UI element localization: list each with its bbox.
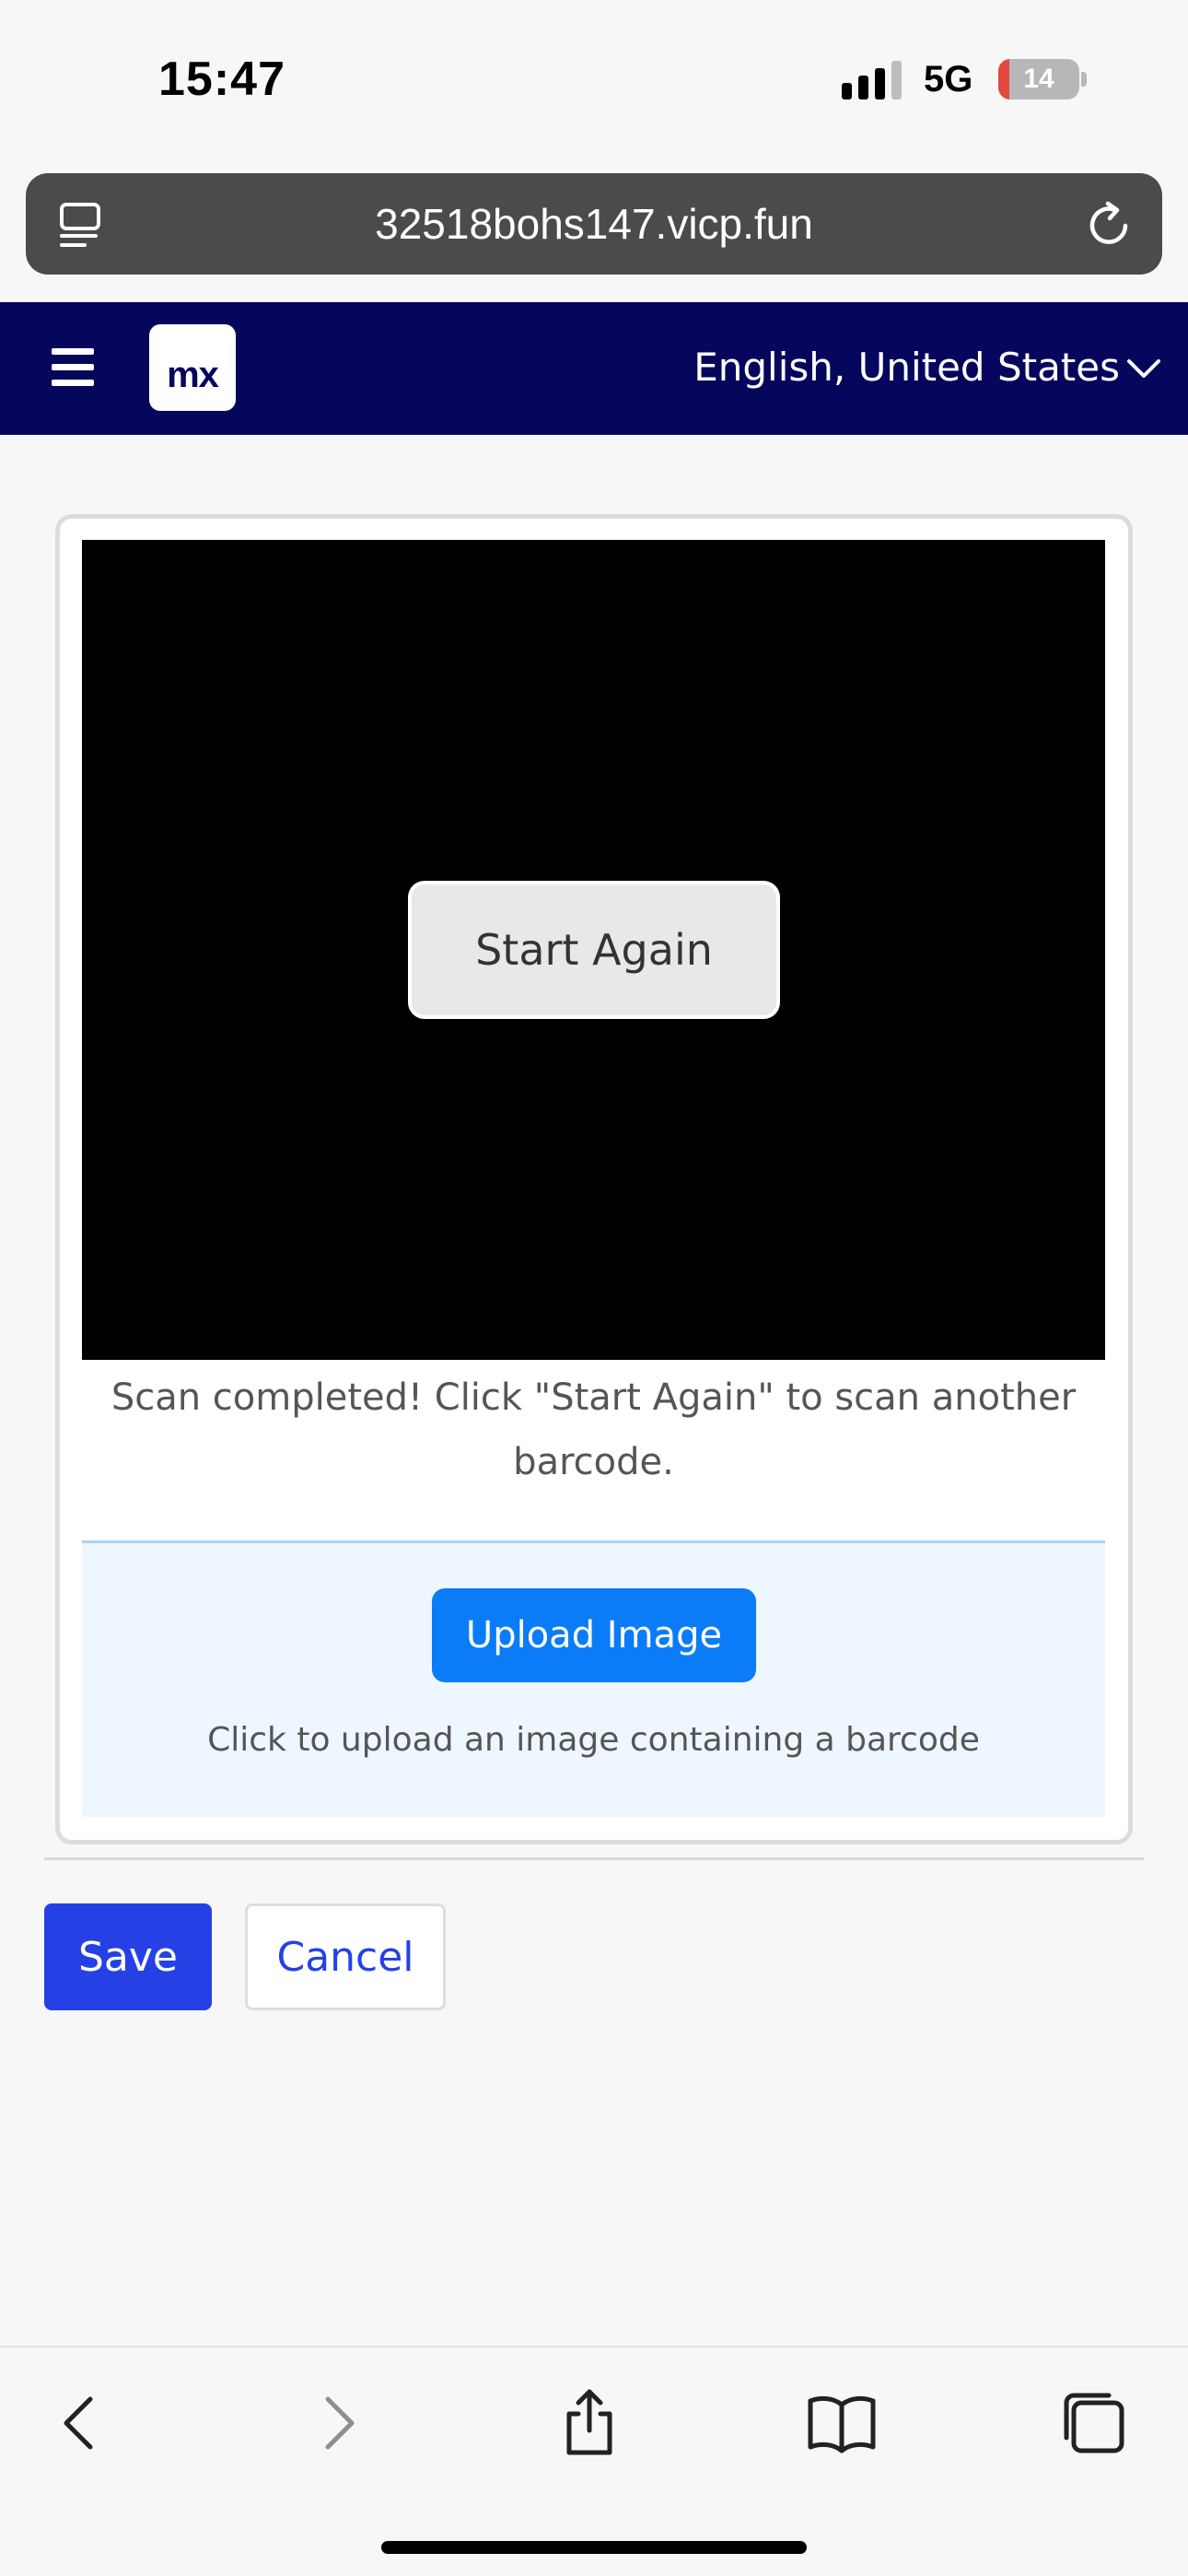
status-bar: 15:47 5G 14: [0, 0, 1188, 166]
save-button[interactable]: Save: [44, 1903, 212, 2010]
start-again-button[interactable]: Start Again: [408, 881, 780, 1019]
reload-icon[interactable]: [1085, 200, 1135, 250]
app-logo[interactable]: mx: [149, 324, 236, 411]
home-indicator: [381, 2541, 807, 2554]
scan-status-message: Scan completed! Click "Start Again" to s…: [111, 1376, 1077, 1483]
status-time: 15:47: [158, 53, 285, 106]
tabs-icon[interactable]: [1057, 2386, 1131, 2460]
forward-icon[interactable]: [302, 2386, 376, 2460]
bookmarks-icon[interactable]: [805, 2386, 879, 2460]
hamburger-icon[interactable]: [52, 348, 94, 387]
back-icon[interactable]: [42, 2386, 116, 2460]
upload-hint: Click to upload an image containing a ba…: [207, 1721, 980, 1759]
battery-level: 14: [1023, 64, 1054, 94]
address-bar[interactable]: 32518bohs147.vicp.fun: [26, 173, 1162, 275]
url-text: 32518bohs147.vicp.fun: [375, 200, 813, 248]
battery-icon: 14: [998, 59, 1079, 100]
app-header: mx English, United States: [0, 302, 1188, 435]
chevron-down-icon[interactable]: [1125, 354, 1162, 381]
network-type: 5G: [924, 59, 973, 100]
battery-tip: [1081, 72, 1087, 87]
cellular-signal-icon: [842, 61, 902, 100]
upload-image-button[interactable]: Upload Image: [432, 1588, 756, 1682]
language-selector[interactable]: English, United States: [693, 345, 1120, 390]
cancel-button[interactable]: Cancel: [245, 1903, 446, 2010]
share-icon[interactable]: [553, 2386, 626, 2460]
divider: [44, 1857, 1144, 1860]
